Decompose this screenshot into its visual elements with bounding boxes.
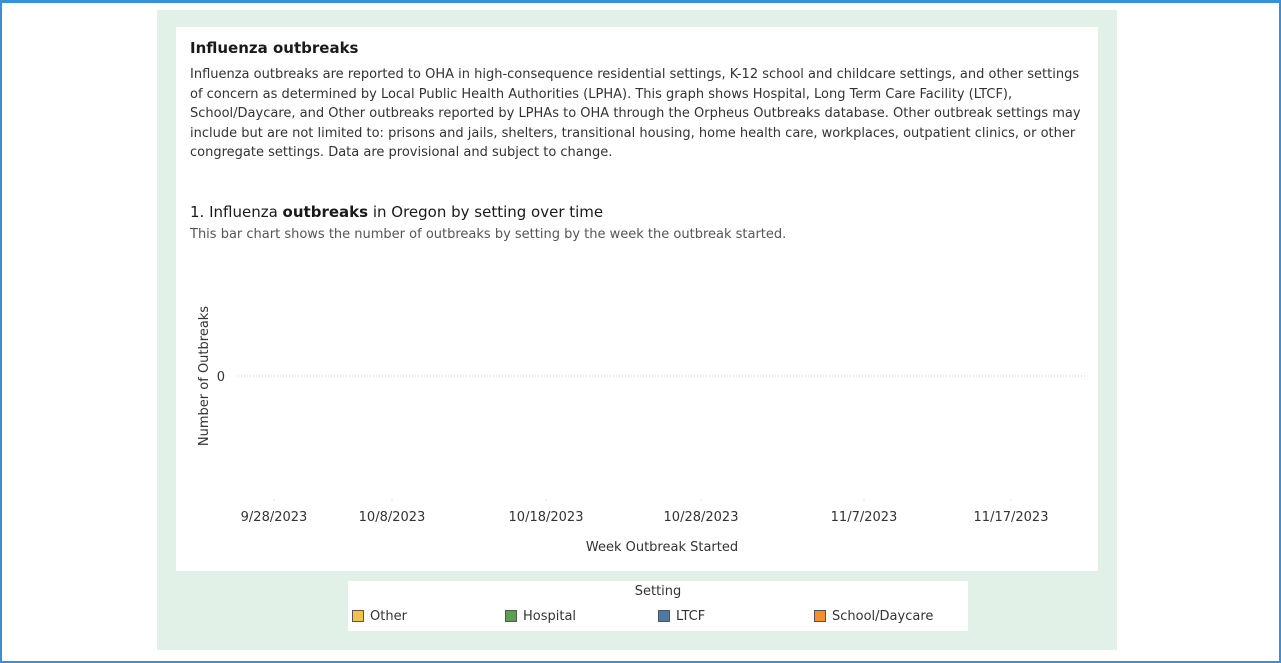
x-axis-title: Week Outbreak Started: [586, 540, 738, 555]
legend-item[interactable]: LTCF: [658, 607, 705, 625]
legend-label: Other: [370, 608, 407, 624]
legend-swatch: [658, 610, 670, 622]
legend-item[interactable]: School/Daycare: [814, 607, 933, 625]
x-tick-label: 10/8/2023: [359, 510, 426, 525]
legend-title: Setting: [634, 584, 682, 599]
chart-card: Influenza outbreaks Influenza outbreaks …: [176, 27, 1098, 571]
dashboard: Influenza outbreaks Influenza outbreaks …: [157, 10, 1117, 650]
y-axis-title: Number of Outbreaks: [197, 306, 212, 446]
x-tick-label: 11/17/2023: [974, 510, 1049, 525]
x-tick-label: 9/28/2023: [241, 510, 308, 525]
legend-swatch: [352, 610, 364, 622]
legend-label: LTCF: [676, 608, 706, 624]
x-tick-label: 10/18/2023: [509, 510, 584, 525]
legend[interactable]: Setting Other Hospital LTCF School/Daycare: [348, 581, 968, 631]
y-tick-label: 0: [217, 370, 225, 385]
legend-label: Hospital: [523, 608, 577, 624]
bar-chart[interactable]: 0 9/28/2023 10/8/2023 10/18/2023 10/28/2023 1…: [176, 27, 1098, 571]
legend-swatch: [505, 610, 517, 622]
x-tick-label: 11/7/2023: [831, 510, 898, 525]
legend-label: School/Daycare: [832, 608, 934, 624]
legend-swatch: [814, 610, 826, 622]
legend-item[interactable]: Other: [352, 607, 407, 625]
legend-item[interactable]: Hospital: [505, 607, 576, 625]
x-tick-label: 10/28/2023: [664, 510, 739, 525]
